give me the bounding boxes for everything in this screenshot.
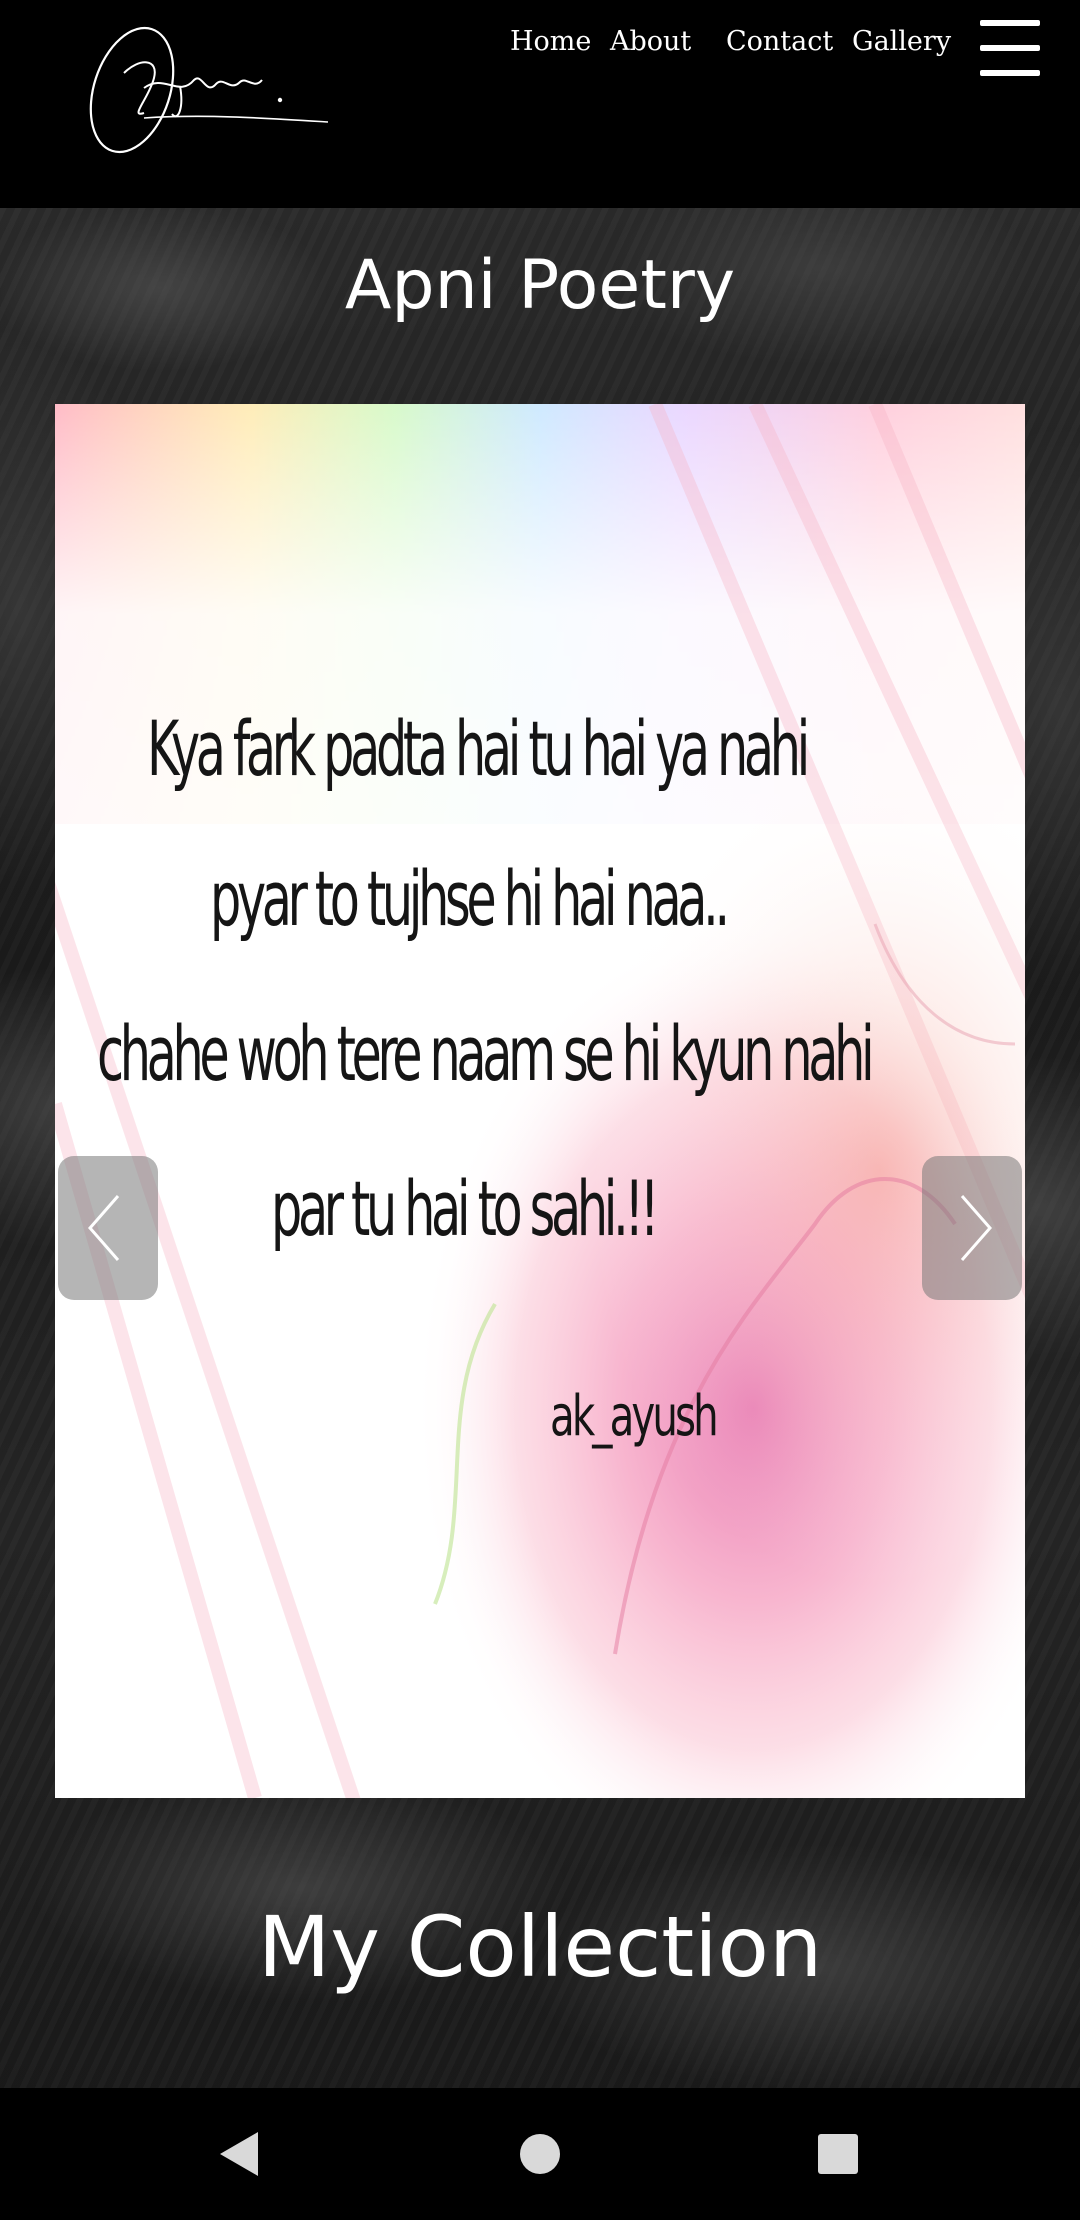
- site-header: Home About Contact Gallery: [0, 0, 1080, 208]
- nav-gallery-link[interactable]: Gallery: [852, 26, 951, 57]
- section-title-apni-poetry: Apni Poetry: [344, 246, 736, 325]
- prev-slide-button[interactable]: [58, 1156, 158, 1300]
- nav-about-link[interactable]: About: [610, 26, 691, 57]
- poem-text: Kya fark padta hai tu hai ya nahi pyar t…: [55, 404, 1025, 1798]
- signature-logo[interactable]: [84, 18, 334, 168]
- page-content: Apni Poetry Kya fark padta hai tu hai ya…: [0, 208, 1080, 2088]
- nav-contact-link[interactable]: Contact: [726, 26, 833, 57]
- section-title-my-collection: My Collection: [257, 1898, 823, 1996]
- poem-line: par tu hai to sahi.!!: [271, 1164, 660, 1253]
- home-circle-icon[interactable]: [510, 2124, 570, 2184]
- poem-signature: ak_ayush: [550, 1384, 719, 1449]
- app-page: Home About Contact Gallery Apni Poetry K…: [0, 0, 1080, 2220]
- nav-home-link[interactable]: Home: [510, 26, 591, 57]
- poetry-slider[interactable]: Kya fark padta hai tu hai ya nahi pyar t…: [55, 404, 1025, 1798]
- poem-line: Kya fark padta hai tu hai ya nahi: [147, 704, 810, 793]
- back-triangle-icon[interactable]: [210, 2124, 270, 2184]
- poem-line: chahe woh tere naam se hi kyun nahi: [97, 1009, 875, 1098]
- system-navigation-bar: [0, 2088, 1080, 2220]
- next-slide-button[interactable]: [922, 1156, 1022, 1300]
- chevron-left-icon: [88, 1195, 120, 1261]
- hamburger-menu-icon[interactable]: [980, 20, 1040, 76]
- recents-square-icon[interactable]: [808, 2124, 868, 2184]
- chevron-right-icon: [960, 1195, 992, 1261]
- poem-line: pyar to tujhse hi hai naa..: [210, 854, 730, 943]
